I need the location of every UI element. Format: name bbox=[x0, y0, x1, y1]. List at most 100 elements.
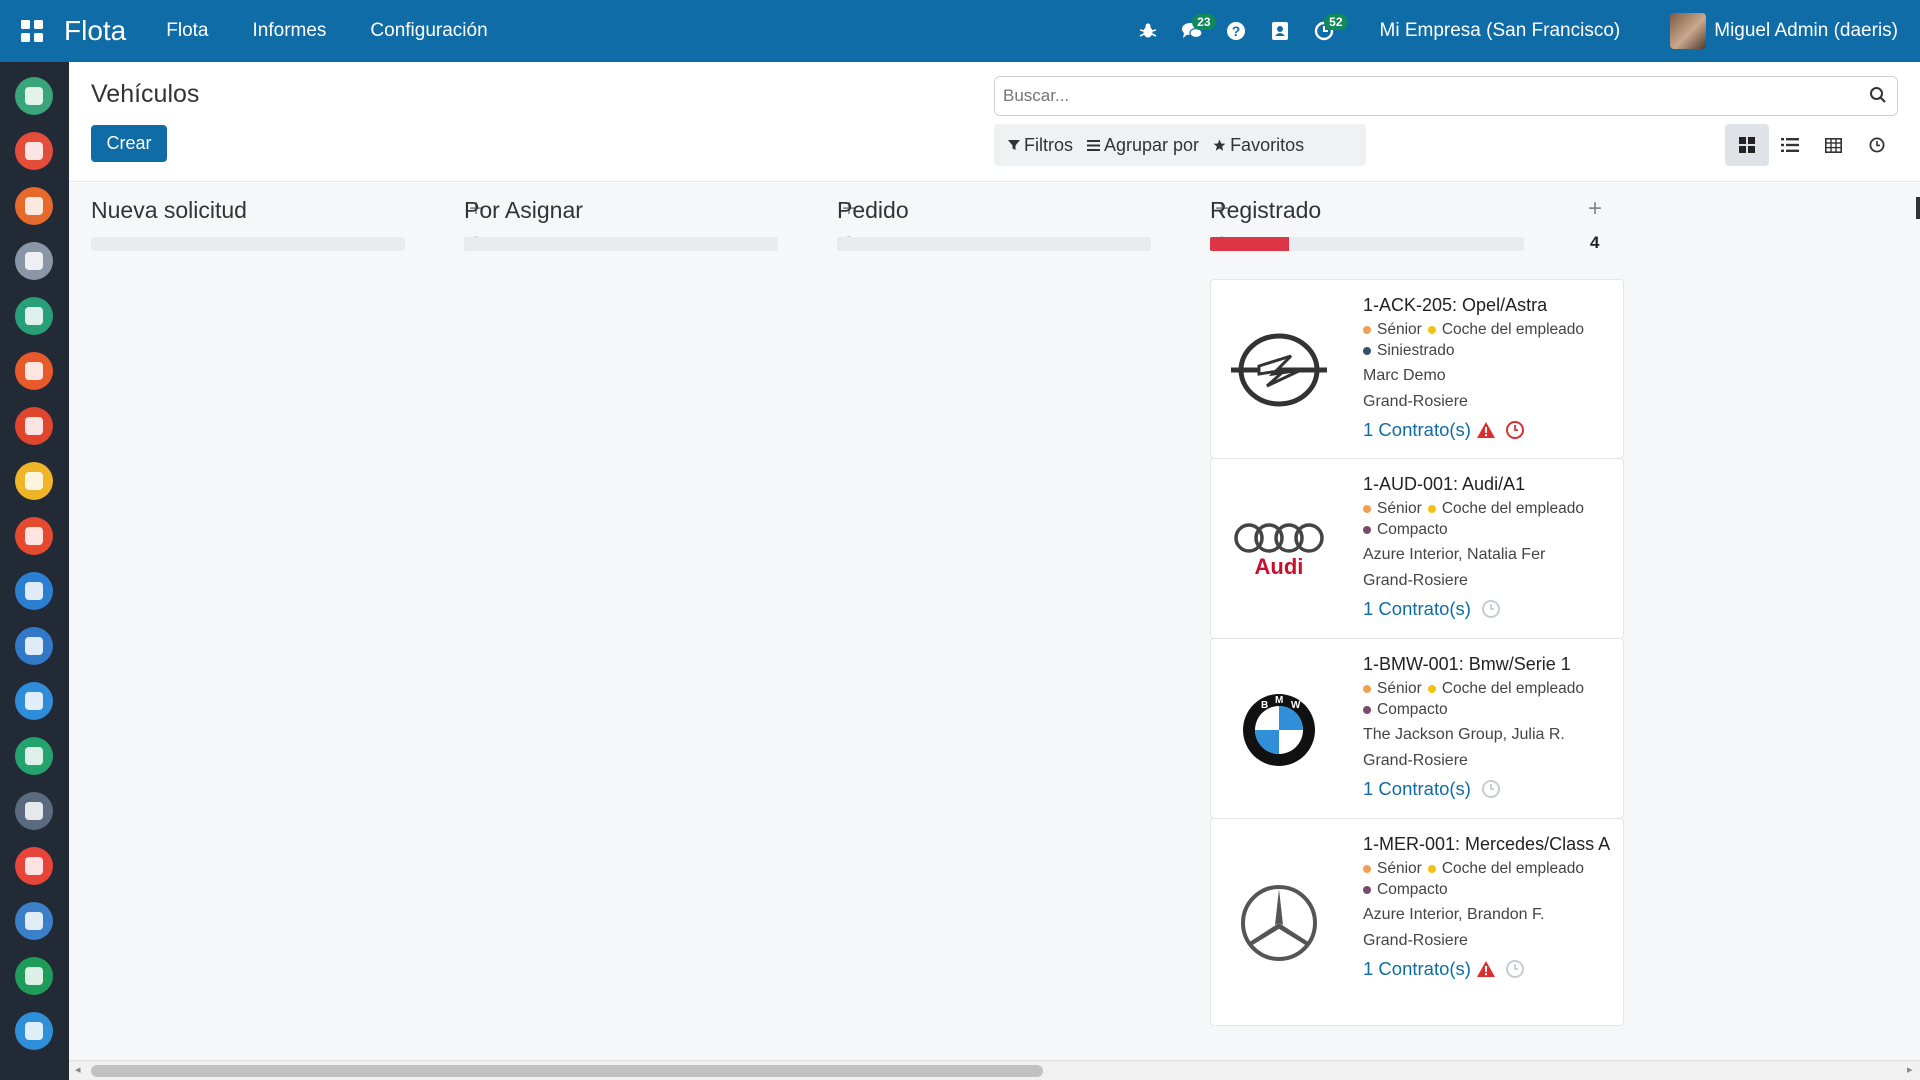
contacts-app-icon[interactable] bbox=[15, 242, 53, 280]
notes-app-icon[interactable] bbox=[15, 187, 53, 225]
filters-button[interactable]: Filtros bbox=[1008, 135, 1073, 156]
nav-flota[interactable]: Flota bbox=[166, 20, 208, 42]
documents-app-icon[interactable] bbox=[15, 1012, 53, 1050]
tag-color-dot bbox=[1363, 525, 1371, 534]
card-body: 1-AUD-001: Audi/A1 Sénior Coche del emplea… bbox=[1363, 471, 1619, 624]
app-glyph bbox=[25, 142, 43, 160]
column-progress-bar[interactable] bbox=[91, 237, 405, 251]
vehicle-location: Grand-Rosiere bbox=[1363, 572, 1468, 589]
activity-button[interactable] bbox=[1481, 779, 1501, 799]
activity-clock-icon[interactable] bbox=[1481, 779, 1501, 799]
search-icon[interactable] bbox=[1869, 86, 1887, 104]
vehicle-card[interactable]: 1-ACK-205: Opel/Astra Sénior Coche del emp… bbox=[1210, 279, 1624, 459]
activity-button[interactable] bbox=[1481, 599, 1501, 619]
vehicle-card[interactable]: 1-MER-001: Mercedes/Class A Sénior Coche d… bbox=[1210, 818, 1624, 1026]
list-view-button[interactable] bbox=[1769, 124, 1813, 166]
vehicle-card[interactable]: Audi 1-AUD-001: Audi/A1 Sénior Coche del em… bbox=[1210, 458, 1624, 639]
activity-button[interactable] bbox=[1505, 959, 1525, 979]
apps-menu-button[interactable] bbox=[0, 0, 64, 62]
app-glyph bbox=[25, 87, 43, 105]
column-quick-create-button[interactable]: + bbox=[1588, 195, 1602, 223]
scroll-right-icon[interactable]: ▸ bbox=[1907, 1063, 1913, 1076]
column-progress-bar[interactable] bbox=[837, 237, 1151, 251]
search-input[interactable] bbox=[994, 76, 1898, 116]
company-switcher[interactable]: Mi Empresa (San Francisco) bbox=[1380, 20, 1621, 42]
messages-button[interactable]: 23 bbox=[1170, 0, 1216, 62]
activity-button[interactable] bbox=[1505, 420, 1525, 440]
activities-badge: 52 bbox=[1324, 14, 1348, 30]
pivot-view-button[interactable] bbox=[1812, 124, 1856, 166]
card-tags: Sénior Coche del empleado bbox=[1363, 678, 1619, 699]
nav-configuracion[interactable]: Configuración bbox=[370, 20, 487, 42]
employees-app-icon[interactable] bbox=[15, 462, 53, 500]
marketing-app-icon[interactable] bbox=[15, 957, 53, 995]
vehicle-location: Grand-Rosiere bbox=[1363, 752, 1468, 769]
scroll-left-icon[interactable]: ◂ bbox=[75, 1063, 81, 1076]
vehicle-card[interactable]: B M W 1-BMW-001: Bmw/Serie 1 Sénior Coche del… bbox=[1210, 638, 1624, 819]
activity-clock-icon[interactable] bbox=[1505, 420, 1525, 440]
column-title[interactable]: Registrado bbox=[1210, 197, 1321, 224]
website-app-icon[interactable] bbox=[15, 792, 53, 830]
contracts-link[interactable]: 1 Contrato(s) bbox=[1363, 415, 1471, 445]
calendar-app-icon[interactable] bbox=[15, 132, 53, 170]
planning-app-icon[interactable] bbox=[15, 682, 53, 720]
card-tags: Compacto bbox=[1363, 879, 1619, 900]
svg-text:W: W bbox=[1291, 700, 1301, 711]
column-count: 4 bbox=[1590, 233, 1600, 252]
page-title: Vehículos bbox=[91, 80, 200, 108]
tag: Coche del empleado bbox=[1427, 498, 1584, 519]
groupby-button[interactable]: Agrupar por bbox=[1087, 135, 1199, 156]
favorites-button[interactable]: Favoritos bbox=[1213, 135, 1304, 156]
tag-label: Sénior bbox=[1377, 500, 1422, 517]
debug-button[interactable] bbox=[1126, 0, 1170, 62]
contracts-link[interactable]: 1 Contrato(s) bbox=[1363, 594, 1471, 624]
audi-wordmark: Audi bbox=[1254, 553, 1304, 579]
svg-text:?: ? bbox=[1231, 23, 1240, 39]
contracts-link[interactable]: 1 Contrato(s) bbox=[1363, 954, 1471, 984]
vehicle-driver: Azure Interior, Natalia Fer bbox=[1363, 546, 1546, 563]
contracts-link[interactable]: 1 Contrato(s) bbox=[1363, 774, 1471, 804]
app-glyph bbox=[25, 637, 43, 655]
horizontal-scrollbar[interactable]: ◂ ▸ bbox=[69, 1060, 1920, 1080]
activities-button[interactable]: 52 bbox=[1302, 0, 1348, 62]
tag: Sénior bbox=[1363, 319, 1422, 340]
column-title[interactable]: Pedido bbox=[837, 197, 909, 224]
tag-label: Sénior bbox=[1377, 680, 1422, 697]
help-button[interactable]: ? bbox=[1214, 0, 1258, 62]
activity-clock-icon[interactable] bbox=[1505, 959, 1525, 979]
column-title[interactable]: Por Asignar bbox=[464, 197, 583, 224]
create-button[interactable]: Crear bbox=[91, 125, 167, 162]
scrollbar-thumb[interactable] bbox=[91, 1065, 1043, 1077]
activity-view-button[interactable] bbox=[1856, 124, 1900, 166]
column-progress-bar[interactable] bbox=[1210, 237, 1524, 251]
tag-label: Coche del empleado bbox=[1441, 500, 1584, 517]
app-brand[interactable]: Flota bbox=[64, 15, 126, 47]
user-menu[interactable]: Miguel Admin (daeris) bbox=[1714, 20, 1898, 42]
question-icon: ? bbox=[1226, 22, 1245, 40]
sales-app-icon[interactable] bbox=[15, 352, 53, 390]
accounting-app-icon[interactable] bbox=[15, 627, 53, 665]
tag-color-dot bbox=[1363, 684, 1371, 693]
tag: Compacto bbox=[1363, 699, 1448, 720]
tag-color-dot bbox=[1363, 346, 1371, 355]
table-icon bbox=[1825, 137, 1843, 153]
bug-icon bbox=[1139, 23, 1156, 38]
events-app-icon[interactable] bbox=[15, 847, 53, 885]
activity-clock-icon[interactable] bbox=[1481, 599, 1501, 619]
tag-label: Coche del empleado bbox=[1441, 680, 1584, 697]
column-progress-bar[interactable] bbox=[464, 237, 778, 251]
survey-app-icon[interactable] bbox=[15, 902, 53, 940]
contacts-button[interactable] bbox=[1258, 0, 1302, 62]
timesheet-app-icon[interactable] bbox=[15, 737, 53, 775]
vehicle-name: 1-BMW-001: Bmw/Serie 1 bbox=[1363, 654, 1571, 674]
expenses-app-icon[interactable] bbox=[15, 517, 53, 555]
dashboard-app-icon[interactable] bbox=[15, 407, 53, 445]
nav-informes[interactable]: Informes bbox=[253, 20, 327, 42]
contracts-row: 1 Contrato(s) bbox=[1363, 954, 1619, 984]
column-title[interactable]: Nueva solicitud bbox=[91, 197, 247, 224]
kanban-view-button[interactable] bbox=[1725, 124, 1769, 166]
pos-app-icon[interactable] bbox=[15, 572, 53, 610]
user-avatar[interactable] bbox=[1670, 13, 1707, 49]
crm-app-icon[interactable] bbox=[15, 297, 53, 335]
discuss-app-icon[interactable] bbox=[15, 77, 53, 115]
